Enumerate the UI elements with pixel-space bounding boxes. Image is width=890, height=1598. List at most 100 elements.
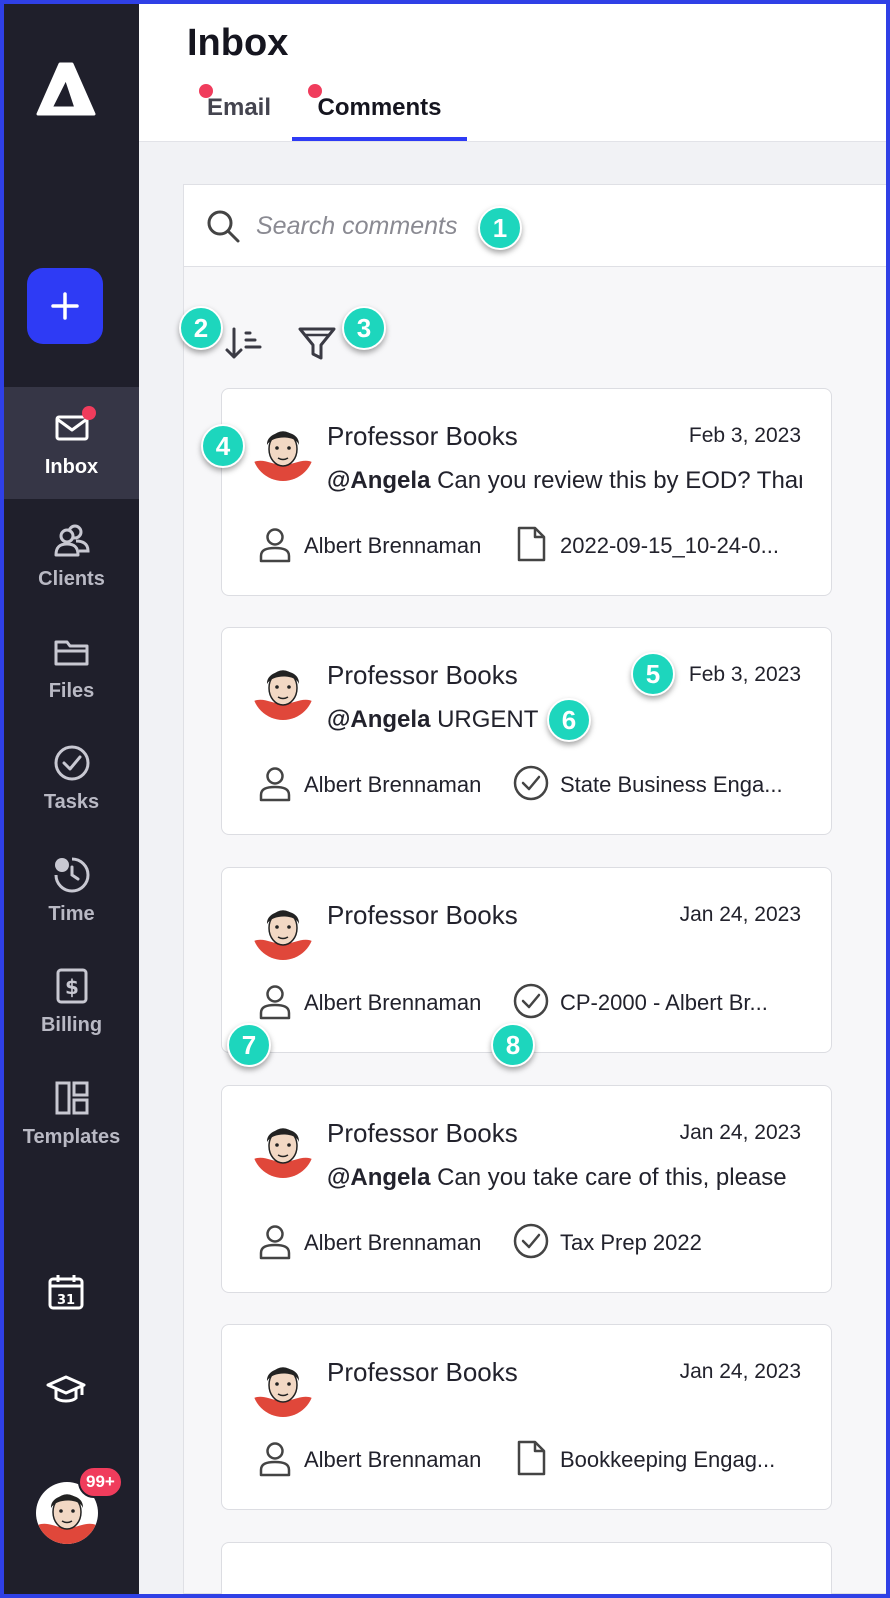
comment-item[interactable]: Tax Prep 2022 [560, 1230, 800, 1256]
sidebar-item-label: Inbox [44, 455, 99, 478]
sidebar-item-label: Templates [22, 1125, 121, 1148]
sidebar-item-clients[interactable]: Clients [4, 499, 139, 611]
comment-card[interactable]: Professor Books Feb 3, 2023 @Angela URGE… [221, 627, 832, 835]
client-icon [259, 767, 291, 802]
svg-text:$: $ [65, 975, 79, 999]
commenter-avatar [252, 898, 314, 960]
callout-marker: 5 [631, 652, 675, 696]
file-icon [517, 526, 546, 562]
comment-item[interactable]: State Business Enga... [560, 772, 800, 798]
sidebar-item-inbox[interactable]: Inbox [4, 387, 139, 499]
commenter-avatar [252, 1355, 314, 1417]
comment-author: Professor Books [327, 900, 518, 930]
tab-email[interactable]: Email [189, 84, 289, 141]
client-icon [259, 985, 291, 1020]
comment-author: Professor Books [327, 421, 518, 451]
search-icon [207, 210, 240, 243]
comment-author: Professor Books [327, 660, 518, 690]
task-check-icon [513, 1223, 549, 1259]
tab-unread-dot [199, 84, 213, 98]
comment-client[interactable]: Albert Brennaman [304, 1447, 481, 1473]
callout-marker: 8 [491, 1023, 535, 1067]
comment-author: Professor Books [327, 1357, 518, 1387]
comment-card[interactable]: Professor Books Jan 24, 2023 Albert Bren… [221, 1324, 832, 1510]
sidebar-item-files[interactable]: Files [4, 611, 139, 723]
users-icon [52, 520, 92, 560]
callout-marker: 6 [547, 698, 591, 742]
app-logo[interactable] [36, 60, 96, 120]
sidebar-item-label: Tasks [43, 790, 100, 813]
comment-date: Jan 24, 2023 [679, 1121, 801, 1144]
comment-client[interactable]: Albert Brennaman [304, 990, 481, 1016]
templates-icon [52, 1078, 92, 1118]
task-check-icon [513, 983, 549, 1019]
callout-marker: 4 [201, 424, 245, 468]
sidebar-item-templates[interactable]: Templates [4, 1057, 139, 1169]
commenter-avatar [252, 658, 314, 720]
tab-label: Email [206, 94, 272, 121]
calendar-day: 31 [57, 1293, 75, 1308]
comment-text: URGENT [437, 706, 539, 733]
comment-date: Jan 24, 2023 [679, 903, 801, 926]
sidebar-item-label: Clients [38, 567, 105, 590]
comment-client[interactable]: Albert Brennaman [304, 533, 481, 559]
client-icon [259, 1225, 291, 1260]
calendar-icon[interactable]: 31 [46, 1272, 86, 1312]
comment-text: Can you review this by EOD? Thanks [437, 467, 802, 494]
inbox-notification-dot [81, 405, 96, 420]
clock-icon [52, 855, 92, 895]
folder-icon [52, 632, 92, 672]
callout-marker: 2 [179, 306, 223, 350]
comment-mention[interactable]: @Angela [327, 706, 430, 733]
file-icon [517, 1440, 546, 1476]
sidebar-item-time[interactable]: Time [4, 834, 139, 946]
new-button[interactable] [27, 268, 103, 344]
sort-icon[interactable] [224, 323, 264, 363]
commenter-avatar [252, 1116, 314, 1178]
comment-item[interactable]: 2022-09-15_10-24-0... [560, 533, 800, 559]
callout-marker: 3 [342, 306, 386, 350]
filter-icon[interactable] [297, 323, 337, 363]
app-window: Inbox Clients Files Tasks Time $ Billing… [4, 4, 886, 1594]
client-icon [259, 1442, 291, 1477]
comment-author: Professor Books [327, 1118, 518, 1148]
comment-card[interactable]: Professor Books Feb 3, 2023 @Angela Can … [221, 388, 832, 596]
sidebar-item-billing[interactable]: $ Billing [4, 945, 139, 1057]
task-check-icon [513, 765, 549, 801]
comment-card[interactable]: Professor Books Jan 24, 2023 @Angela Can… [221, 1085, 832, 1293]
envelope-icon [52, 405, 96, 448]
comment-message: @Angela Can you review this by EOD? Than… [327, 467, 802, 495]
sidebar: Inbox Clients Files Tasks Time $ Billing… [4, 4, 139, 1594]
notification-count-badge: 99+ [78, 1466, 123, 1498]
dollar-icon: $ [52, 966, 92, 1006]
graduation-cap-icon[interactable] [46, 1369, 86, 1409]
comment-card[interactable]: Professor Books Jan 24, 2023 Albert Bren… [221, 867, 832, 1053]
comment-client[interactable]: Albert Brennaman [304, 772, 481, 798]
search-bar [184, 185, 886, 267]
comment-message: @Angela Can you take care of this, pleas… [327, 1164, 802, 1192]
plus-icon [51, 292, 79, 320]
client-icon [259, 528, 291, 563]
comment-card[interactable] [221, 1542, 832, 1594]
sidebar-item-label: Billing [40, 1013, 103, 1036]
comment-date: Feb 3, 2023 [688, 663, 801, 686]
comment-date: Feb 3, 2023 [688, 424, 801, 447]
callout-marker: 1 [478, 206, 522, 250]
comment-mention[interactable]: @Angela [327, 467, 430, 494]
comment-item[interactable]: CP-2000 - Albert Br... [560, 990, 800, 1016]
commenter-avatar [252, 419, 314, 481]
tab-comments[interactable]: Comments [292, 84, 467, 141]
comment-client[interactable]: Albert Brennaman [304, 1230, 481, 1256]
sidebar-item-label: Files [48, 679, 95, 702]
comment-date: Jan 24, 2023 [679, 1360, 801, 1383]
comment-text: Can you take care of this, please [437, 1164, 787, 1191]
comment-item[interactable]: Bookkeeping Engag... [560, 1447, 800, 1473]
comment-mention[interactable]: @Angela [327, 1164, 430, 1191]
sidebar-item-label: Time [48, 902, 95, 925]
check-circle-icon [52, 743, 92, 783]
sidebar-item-tasks[interactable]: Tasks [4, 722, 139, 834]
page-title: Inbox [187, 22, 289, 64]
callout-marker: 7 [227, 1023, 271, 1067]
page-header: Inbox Email Comments [139, 4, 886, 142]
comments-panel: Professor Books Feb 3, 2023 @Angela Can … [183, 184, 886, 1594]
